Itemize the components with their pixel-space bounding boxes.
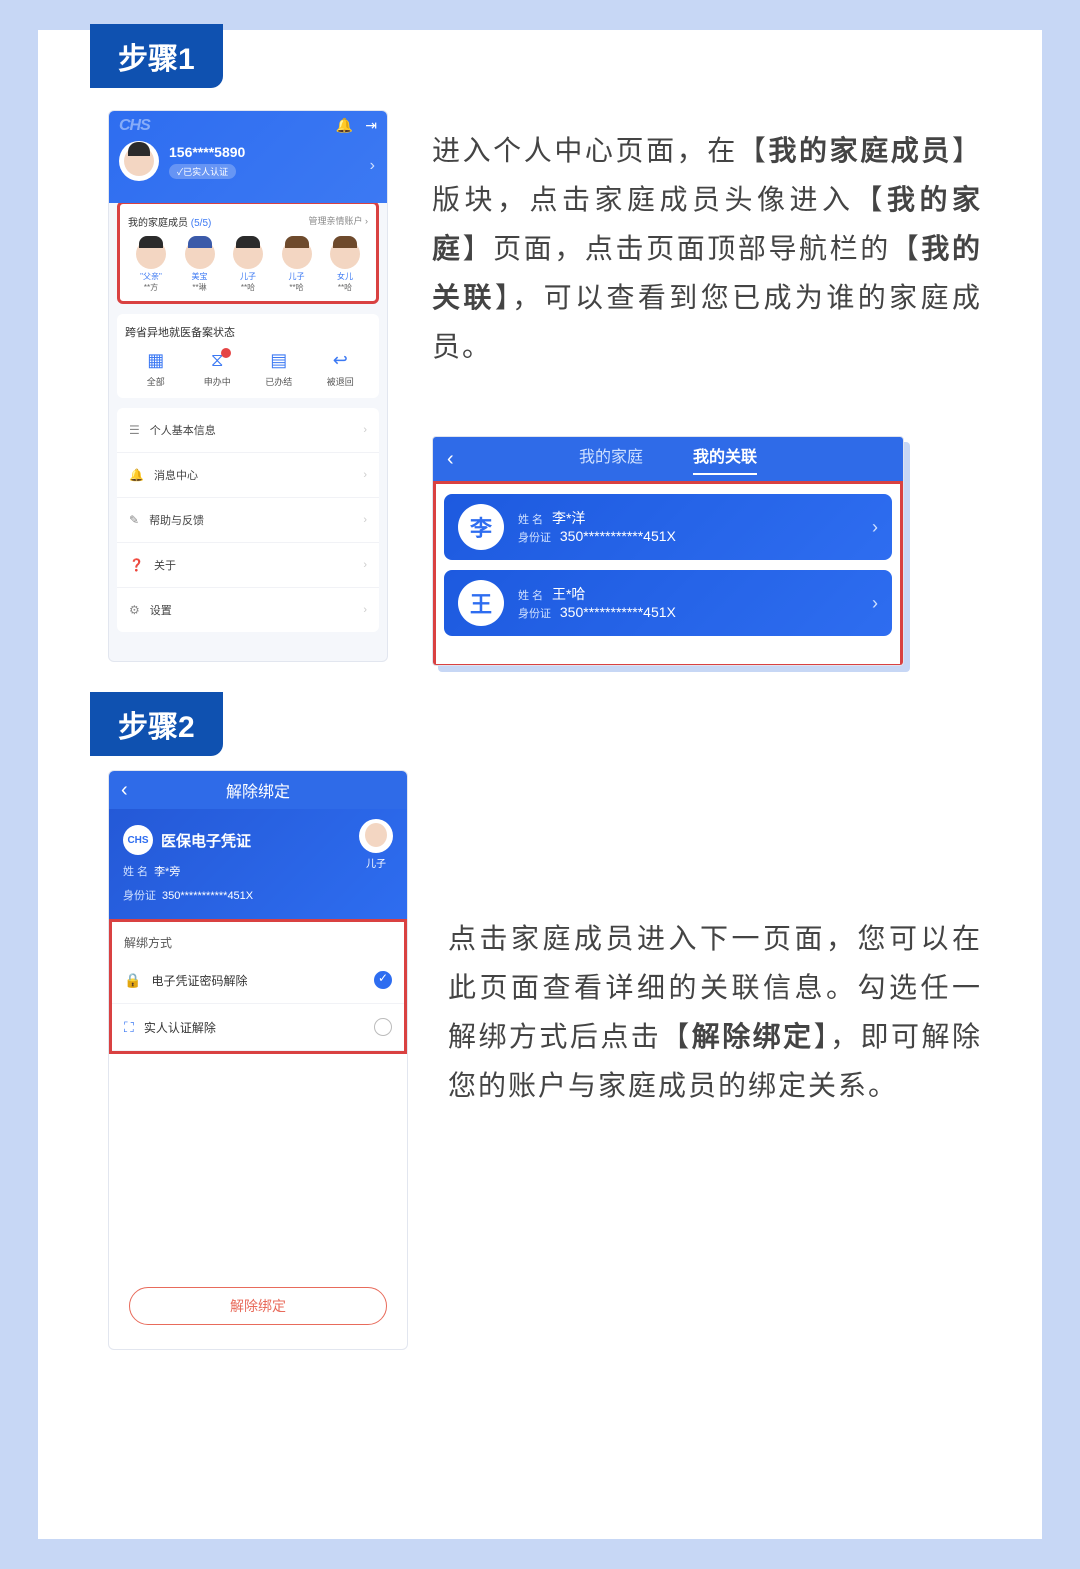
status-all[interactable]: ▦全部 <box>128 350 184 388</box>
chevron-right-icon: › <box>363 604 367 616</box>
unbind-header: ‹ 解除绑定 <box>109 771 407 809</box>
unbind-option-realname[interactable]: ⛶ 实人认证解除 <box>112 1004 404 1051</box>
instruction-text-1: 进入个人中心页面，在【我的家庭成员】版块，点击家庭成员头像进入【我的家庭】页面，… <box>432 126 982 371</box>
status-title: 跨省异地就医备案状态 <box>125 324 371 340</box>
family-title: 我的家庭成员 <box>128 218 188 229</box>
chevron-right-icon: › <box>363 514 367 526</box>
status-done[interactable]: ▤已办结 <box>251 350 307 388</box>
gear-icon: ⚙ <box>129 603 140 617</box>
step-2-tag: 步骤2 <box>90 692 223 756</box>
section-title: 解绑方式 <box>112 922 404 957</box>
user-row[interactable]: 156****5890 ✓已实人认证 <box>119 141 377 181</box>
radio-unselected[interactable] <box>374 1018 392 1036</box>
manage-family-link[interactable]: 管理亲情账户 › <box>309 214 369 229</box>
my-relations-preview: ‹ 我的家庭 我的关联 李 姓 名 李*洋 身份证 350***********… <box>432 436 904 666</box>
surname-avatar: 王 <box>458 580 504 626</box>
surname-avatar: 李 <box>458 504 504 550</box>
user-phone: 156****5890 <box>169 144 245 160</box>
document-page: 步骤1 CHS 🔔 ⇥ 156****5890 ✓已实人认证 › 我的家庭成员 … <box>38 30 1042 1539</box>
verified-badge: ✓已实人认证 <box>169 164 236 179</box>
bell-outline-icon: 🔔 <box>129 468 144 482</box>
profile-header: CHS 🔔 ⇥ 156****5890 ✓已实人认证 › <box>109 111 387 203</box>
unbind-button[interactable]: 解除绑定 <box>129 1287 387 1325</box>
user-avatar <box>119 141 159 181</box>
chs-badge-icon: CHS <box>123 825 153 855</box>
status-returned[interactable]: ↩被退回 <box>312 350 368 388</box>
chevron-right-icon: › <box>363 559 367 571</box>
chevron-right-icon: › <box>363 424 367 436</box>
family-members-row: "父亲"**方 美宝**琳 儿子**哈 儿子**哈 女儿**哈 <box>128 239 368 293</box>
relation-avatar: 儿子 <box>359 819 393 870</box>
relation-card[interactable]: 王 姓 名 王*哈 身份证 350***********451X › <box>444 570 892 636</box>
lock-icon: 🔒 <box>124 972 141 989</box>
family-member[interactable]: 女儿**哈 <box>322 239 368 293</box>
preview-header: ‹ 我的家庭 我的关联 <box>433 437 903 481</box>
status-processing[interactable]: ⧖申办中 <box>189 350 245 388</box>
phone-screenshot-1: CHS 🔔 ⇥ 156****5890 ✓已实人认证 › 我的家庭成员 (5/5… <box>108 110 388 662</box>
chevron-right-icon: › <box>872 517 878 538</box>
question-icon: ❓ <box>129 558 144 572</box>
card-title: 医保电子凭证 <box>161 830 251 851</box>
tab-my-relations[interactable]: 我的关联 <box>693 443 757 475</box>
relations-list: 李 姓 名 李*洋 身份证 350***********451X › 王 姓 名… <box>433 481 903 666</box>
check-doc-icon: ▤ <box>251 350 307 371</box>
phone-screenshot-2: ‹ 解除绑定 CHS医保电子凭证 姓 名李*旁 身份证350**********… <box>108 770 408 1350</box>
settings-list: ☰个人基本信息› 🔔消息中心› ✎帮助与反馈› ❓关于› ⚙设置› <box>117 408 379 632</box>
instruction-text-2: 点击家庭成员进入下一页面，您可以在此页面查看详细的关联信息。勾选任一解绑方式后点… <box>448 914 982 1110</box>
step-1-tag: 步骤1 <box>90 24 223 88</box>
pencil-icon: ✎ <box>129 513 139 527</box>
back-icon[interactable]: ‹ <box>447 448 454 471</box>
family-member[interactable]: 儿子**哈 <box>274 239 320 293</box>
chevron-right-icon: › <box>872 593 878 614</box>
family-member[interactable]: 儿子**哈 <box>225 239 271 293</box>
exit-icon[interactable]: ⇥ <box>365 117 377 134</box>
hourglass-icon: ⧖ <box>189 350 245 371</box>
radio-selected[interactable] <box>374 971 392 989</box>
family-members-panel[interactable]: 我的家庭成员 (5/5) 管理亲情账户 › "父亲"**方 美宝**琳 儿子**… <box>117 201 379 304</box>
back-icon[interactable]: ‹ <box>121 779 128 802</box>
filing-status-panel: 跨省异地就医备案状态 ▦全部 ⧖申办中 ▤已办结 ↩被退回 <box>117 314 379 398</box>
menu-help[interactable]: ✎帮助与反馈› <box>117 498 379 543</box>
tab-my-family[interactable]: 我的家庭 <box>579 443 643 475</box>
unbind-method-section: 解绑方式 🔒 电子凭证密码解除 ⛶ 实人认证解除 <box>109 919 407 1054</box>
face-scan-icon: ⛶ <box>124 1019 134 1036</box>
id-card-icon: ☰ <box>129 423 140 437</box>
family-count: (5/5) <box>191 218 212 229</box>
relation-card[interactable]: 李 姓 名 李*洋 身份证 350***********451X › <box>444 494 892 560</box>
family-member[interactable]: 美宝**琳 <box>177 239 223 293</box>
family-member[interactable]: "父亲"**方 <box>128 239 174 293</box>
chevron-right-icon: › <box>363 469 367 481</box>
return-icon: ↩ <box>312 350 368 371</box>
insurance-card: CHS医保电子凭证 姓 名李*旁 身份证350***********451X 儿… <box>109 809 407 919</box>
menu-settings[interactable]: ⚙设置› <box>117 588 379 632</box>
unbind-option-password[interactable]: 🔒 电子凭证密码解除 <box>112 957 404 1004</box>
menu-about[interactable]: ❓关于› <box>117 543 379 588</box>
menu-personal-info[interactable]: ☰个人基本信息› <box>117 408 379 453</box>
page-title: 解除绑定 <box>226 778 290 802</box>
bell-icon[interactable]: 🔔 <box>336 117 353 134</box>
chevron-right-icon: › <box>370 157 375 175</box>
grid-icon: ▦ <box>128 350 184 371</box>
menu-messages[interactable]: 🔔消息中心› <box>117 453 379 498</box>
